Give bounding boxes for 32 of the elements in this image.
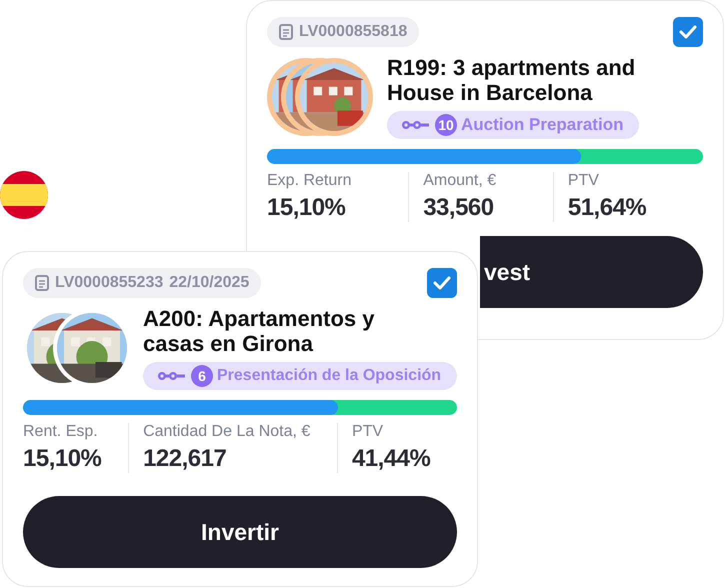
stage-number: 6 xyxy=(191,365,213,387)
listing-title: A200: Apartamentos y casas en Girona xyxy=(143,306,376,356)
check-icon xyxy=(679,25,697,39)
stage-number: 10 xyxy=(435,114,457,136)
checkbox[interactable] xyxy=(427,268,457,298)
document-icon xyxy=(279,24,293,40)
stat-value: 15,10% xyxy=(23,445,102,473)
steps-icon xyxy=(157,370,187,382)
stat-label: Exp. Return xyxy=(267,172,352,190)
listing-id: LV0000855818 xyxy=(299,23,408,41)
stat-value: 33,560 xyxy=(423,194,495,222)
stage-label: Auction Preparation xyxy=(461,115,624,135)
checkbox[interactable] xyxy=(673,17,703,47)
stat-value: 41,44% xyxy=(352,445,432,473)
stat-label: PTV xyxy=(352,423,384,441)
stage-label: Presentación de la Oposición xyxy=(217,367,442,385)
check-icon xyxy=(433,276,451,290)
document-icon xyxy=(35,275,49,291)
invest-button[interactable]: Invertir xyxy=(23,496,457,568)
stat-value: 15,10% xyxy=(267,194,346,222)
stat-label: Amount, € xyxy=(423,172,498,190)
stat-value: 122,617 xyxy=(143,445,228,473)
stat-value: 51,64% xyxy=(568,194,648,222)
steps-icon xyxy=(401,119,431,131)
stat-label: Cantidad De La Nota, € xyxy=(143,423,312,441)
stat-label: Rent. Esp. xyxy=(23,423,99,441)
listing-id: LV0000855233 xyxy=(55,274,164,292)
stat-label: PTV xyxy=(568,172,600,190)
spain-flag-icon xyxy=(0,171,48,219)
listing-title: R199: 3 apartments and House in Barcelona xyxy=(387,55,636,105)
invest-button[interactable]: vest xyxy=(480,236,703,308)
listing-date: 22/10/2025 xyxy=(169,274,250,292)
